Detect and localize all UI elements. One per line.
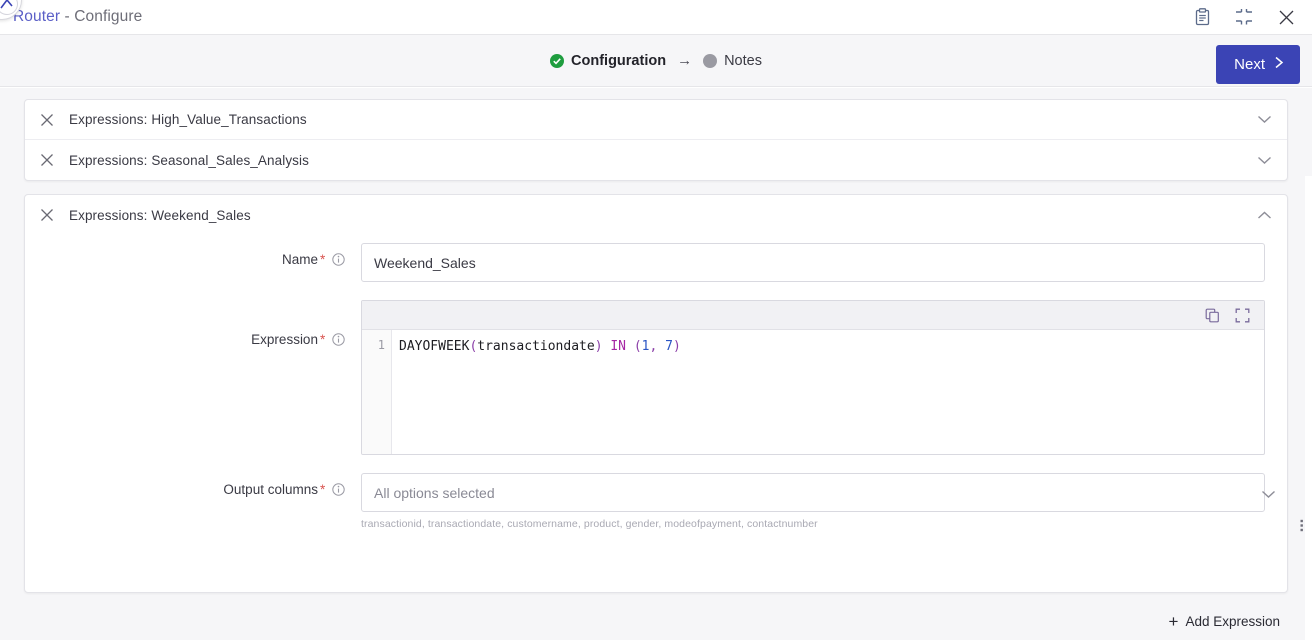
- next-button[interactable]: Next: [1216, 45, 1300, 84]
- output-columns-value: All options selected: [374, 485, 495, 501]
- check-circle-icon: [550, 54, 564, 68]
- step-notes[interactable]: Notes: [703, 53, 762, 69]
- required-asterisk: *: [320, 332, 325, 347]
- stepper-bar: Configuration → Notes: [0, 35, 1312, 87]
- chevron-up-icon[interactable]: [1241, 211, 1287, 220]
- add-expression-button[interactable]: + Add Expression: [1163, 612, 1287, 631]
- chevron-down-icon[interactable]: [1241, 115, 1287, 124]
- expression-row-title: Expressions: High_Value_Transactions: [69, 112, 307, 127]
- step-label-configuration: Configuration: [571, 53, 666, 69]
- page-title-sub: - Configure: [65, 8, 143, 25]
- expression-row-title: Expressions: Seasonal_Sales_Analysis: [69, 153, 309, 168]
- info-icon[interactable]: [328, 334, 345, 349]
- window-titlebar: Router - Configure: [0, 0, 1312, 35]
- expanded-expression-header[interactable]: Expressions: Weekend_Sales: [25, 195, 1287, 235]
- expression-code[interactable]: DAYOFWEEK(transactiondate) IN (1, 7): [392, 330, 1264, 454]
- copy-icon[interactable]: [1205, 308, 1220, 323]
- expression-editor: 1 DAYOFWEEK(transactiondate) IN (1, 7): [361, 300, 1265, 455]
- remove-expression-icon[interactable]: [25, 153, 69, 167]
- step-configuration[interactable]: Configuration: [550, 53, 666, 69]
- chevron-down-icon[interactable]: [1241, 156, 1287, 165]
- field-name: [361, 243, 1287, 282]
- label-output-columns: Output columns*: [25, 473, 361, 499]
- fullscreen-icon[interactable]: [1235, 308, 1250, 323]
- page-title-main: Router: [13, 8, 60, 25]
- label-expression-text: Expression: [251, 332, 318, 347]
- add-expression-label: Add Expression: [1185, 614, 1280, 629]
- next-button-label: Next: [1234, 56, 1265, 73]
- chevron-right-icon: [1274, 56, 1285, 73]
- name-input[interactable]: [361, 243, 1265, 282]
- editor-toolbar: [362, 301, 1264, 330]
- footer-bar: + Add Expression: [0, 602, 1312, 640]
- step-arrow-icon: →: [675, 52, 694, 69]
- configuration-body: Expressions: High_Value_Transactions Exp…: [0, 88, 1312, 640]
- required-asterisk: *: [320, 482, 325, 497]
- expression-row-seasonal-sales-analysis[interactable]: Expressions: Seasonal_Sales_Analysis: [25, 140, 1287, 180]
- editor-line-number: 1: [362, 330, 392, 454]
- editor-body: 1 DAYOFWEEK(transactiondate) IN (1, 7): [362, 330, 1264, 454]
- label-name-text: Name: [282, 252, 318, 267]
- stepper: Configuration → Notes: [550, 52, 762, 69]
- output-columns-helper: transactionid, transactiondate, customer…: [361, 518, 1265, 530]
- label-name: Name*: [25, 243, 361, 269]
- field-row-name: Name*: [25, 243, 1287, 282]
- scrollbar-track[interactable]: [1305, 176, 1312, 640]
- field-expression: 1 DAYOFWEEK(transactiondate) IN (1, 7): [361, 300, 1287, 455]
- step-label-notes: Notes: [724, 53, 762, 69]
- clipboard-icon[interactable]: [1190, 5, 1214, 29]
- field-row-expression: Expression*: [25, 300, 1287, 455]
- info-icon[interactable]: [328, 254, 345, 269]
- close-icon[interactable]: [1274, 5, 1298, 29]
- label-output-columns-text: Output columns: [223, 482, 318, 497]
- field-output-columns: All options selected transactionid, tran…: [361, 473, 1287, 530]
- remove-expression-icon[interactable]: [25, 208, 69, 222]
- label-expression: Expression*: [25, 300, 361, 349]
- info-icon[interactable]: [328, 484, 345, 499]
- expression-form: Name* Exp: [25, 243, 1287, 530]
- expanded-expression-title: Expressions: Weekend_Sales: [69, 208, 251, 223]
- required-asterisk: *: [320, 252, 325, 267]
- expanded-expression-card: Expressions: Weekend_Sales Name*: [24, 194, 1288, 593]
- output-columns-select[interactable]: All options selected: [361, 473, 1265, 512]
- field-row-output-columns: Output columns* All options selected: [25, 473, 1287, 530]
- page-title: Router - Configure: [13, 8, 142, 26]
- expression-row-high-value-transactions[interactable]: Expressions: High_Value_Transactions: [25, 100, 1287, 140]
- router-configure-window: Router - Configure: [0, 0, 1312, 640]
- remove-expression-icon[interactable]: [25, 113, 69, 127]
- plus-icon: +: [1169, 613, 1179, 630]
- titlebar-actions: [1190, 5, 1312, 29]
- pending-circle-icon: [703, 54, 717, 68]
- collapsed-expressions-card: Expressions: High_Value_Transactions Exp…: [24, 99, 1288, 181]
- collapse-icon[interactable]: [1232, 5, 1256, 29]
